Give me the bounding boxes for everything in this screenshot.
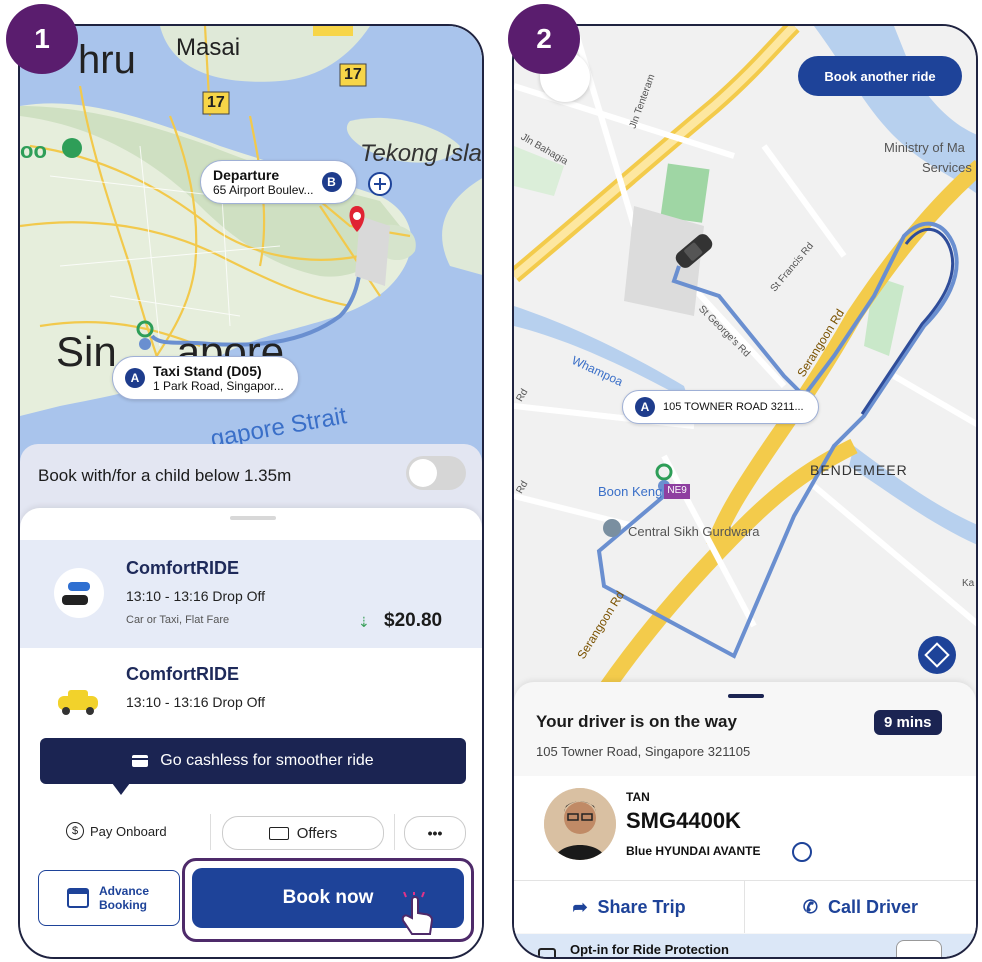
hand-cursor-icon (398, 890, 436, 940)
screen-tracking: Jln Tenteram Jln Bahagia St Francis Rd S… (512, 24, 978, 959)
departure-address: 65 Airport Boulev... (213, 183, 314, 197)
departure-marker[interactable]: Departure 65 Airport Boulev... B (200, 160, 357, 204)
label-services: Services (922, 160, 972, 175)
label-gurdwara: Central Sikh Gurdwara (628, 524, 760, 539)
ride-time: 13:10 - 13:16 Drop Off (126, 588, 266, 604)
driver-avatar (544, 788, 616, 860)
route-shield-17b: 17 (207, 94, 225, 111)
route-shield-17a: 17 (344, 66, 362, 83)
pay-onboard-label: Pay Onboard (90, 823, 167, 839)
screen-booking: hru Masai 17 17 oo Tekong Isla Sin apore … (18, 24, 484, 959)
tracking-map[interactable]: Jln Tenteram Jln Bahagia St Francis Rd S… (514, 26, 976, 706)
vehicle-plate: SMG4400K (626, 808, 741, 833)
share-icon: ➦ (572, 896, 588, 917)
call-driver-button[interactable]: ✆ Call Driver (745, 881, 976, 933)
ride-protection-row[interactable]: Opt-in for Ride Protection (514, 934, 976, 957)
label-boon-keng: Boon Keng NE9 (598, 484, 690, 499)
divider-2 (394, 814, 395, 850)
calendar-icon (67, 888, 89, 908)
ticket-icon (268, 826, 289, 840)
advance-booking-line1: Advance (99, 884, 150, 898)
pickup-marker[interactable]: A Taxi Stand (D05) 1 Park Road, Singapor… (112, 356, 299, 400)
mrt-badge: NE9 (664, 484, 690, 499)
map-label-johor: hru (78, 38, 136, 82)
smiley-icon (792, 842, 812, 862)
ride-protection-label: Opt-in for Ride Protection (570, 942, 729, 957)
map-label-tekong: Tekong Isla (360, 140, 482, 167)
ride-desc: Car or Taxi, Flat Fare (126, 614, 230, 626)
label-bendemeer: BENDEMEER (810, 462, 908, 478)
car-image (54, 568, 104, 618)
step-badge-1: 1 (6, 4, 78, 74)
ride-option-selected[interactable]: ComfortRIDE 13:10 - 13:16 Drop Off Car o… (20, 540, 482, 648)
offers-button[interactable]: Offers (222, 816, 384, 850)
cashless-text: Go cashless for smoother ride (160, 752, 374, 769)
pickup-address: 1 Park Road, Singapor... (153, 379, 284, 393)
dollar-icon: $ (66, 822, 84, 840)
label-ka: Ka (962, 578, 975, 589)
driver-sheet: Your driver is on the way 9 mins 105 Tow… (514, 682, 976, 957)
divider-1 (210, 814, 211, 850)
pickup-badge-2: A (635, 397, 655, 417)
driver-name: TAN (626, 790, 650, 804)
ride-time-2: 13:10 - 13:16 Drop Off (126, 694, 266, 710)
taxi-image (54, 682, 104, 718)
ride-option[interactable]: ComfortRIDE 13:10 - 13:16 Drop Off (20, 648, 482, 718)
ride-options-sheet: ComfortRIDE 13:10 - 13:16 Drop Off Car o… (20, 508, 482, 957)
driver-status: Your driver is on the way (536, 712, 737, 731)
map-view[interactable]: hru Masai 17 17 oo Tekong Isla Sin apore … (20, 26, 482, 486)
tooltip-arrow (112, 783, 130, 795)
child-seat-label: Book with/for a child below 1.35m (38, 466, 292, 485)
advance-booking-line2: Booking (99, 898, 147, 912)
pickup-title: Taxi Stand (D05) (153, 363, 262, 379)
call-driver-label: Call Driver (828, 896, 919, 917)
sheet-handle[interactable] (230, 516, 276, 520)
driver-card: TAN SMG4400K Blue HYUNDAI AVANTE (514, 776, 976, 880)
share-trip-label: Share Trip (597, 896, 686, 917)
card-icon (132, 755, 149, 767)
phone-icon: ✆ (802, 896, 819, 917)
vehicle-model: Blue HYUNDAI AVANTE (626, 844, 761, 858)
step-badge-2: 2 (508, 4, 580, 74)
advance-booking-button[interactable]: Advance Booking (38, 870, 180, 926)
pickup-label-2: 105 TOWNER ROAD 3211... (663, 401, 804, 413)
departure-badge: B (321, 172, 342, 192)
book-another-ride-button[interactable]: Book another ride (798, 56, 962, 96)
sheet-handle-2[interactable] (728, 694, 764, 698)
price-drop-icon: ⇣ (358, 614, 370, 630)
payment-row: $ Pay Onboard Offers ••• (20, 814, 482, 854)
pickup-marker-2[interactable]: A 105 TOWNER ROAD 3211... (622, 390, 819, 424)
departure-title: Departure (213, 167, 280, 183)
more-options-button[interactable]: ••• (404, 816, 466, 850)
cashless-banner[interactable]: Go cashless for smoother ride (40, 738, 466, 784)
eta-badge: 9 mins (874, 710, 942, 735)
pickup-address-text: 105 Towner Road, Singapore 321105 (536, 744, 751, 759)
pickup-badge: A (125, 368, 145, 388)
shield-icon (538, 948, 556, 957)
ride-price: $20.80 (384, 610, 443, 631)
recenter-icon[interactable] (918, 636, 956, 674)
label-ministry: Ministry of Ma (884, 140, 965, 155)
map-label-masai: Masai (176, 34, 241, 61)
offers-label: Offers (296, 824, 338, 842)
pay-onboard[interactable]: $ Pay Onboard (66, 822, 167, 840)
ride-name: ComfortRIDE (126, 558, 239, 578)
child-seat-toggle[interactable] (406, 456, 466, 490)
ride-name-2: ComfortRIDE (126, 664, 239, 684)
ride-protection-checkbox[interactable] (896, 940, 942, 957)
share-trip-button[interactable]: ➦ Share Trip (514, 881, 744, 933)
map-label-zoo: oo (20, 138, 47, 163)
